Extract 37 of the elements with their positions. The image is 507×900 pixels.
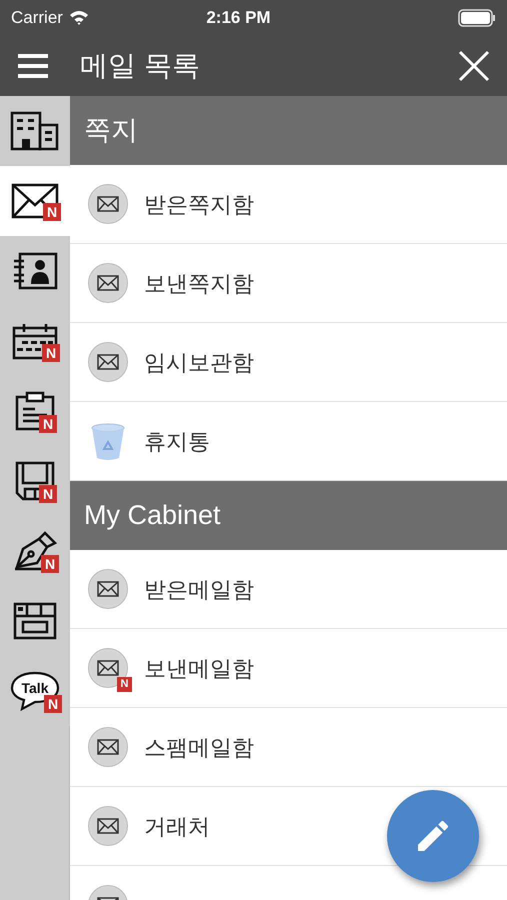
clipboard-icon xyxy=(15,391,55,431)
wifi-icon xyxy=(68,10,89,25)
sidebar-item[interactable]: N xyxy=(0,166,70,236)
envelope-icon xyxy=(88,727,128,767)
folder-label: 보낸쪽지함 xyxy=(144,270,254,298)
clock-text: 2:16 PM xyxy=(206,6,271,29)
folder-label: 거래처 xyxy=(144,812,210,840)
contact-card-icon xyxy=(12,252,58,290)
new-badge: N xyxy=(43,203,61,221)
new-badge: N xyxy=(39,415,57,433)
folder-label: 보낸메일함 xyxy=(144,654,254,682)
envelope-icon xyxy=(88,648,128,688)
new-badge: N xyxy=(41,555,59,573)
envelope-icon xyxy=(88,263,128,303)
section-title: My Cabinet xyxy=(84,499,221,532)
section-title: 쪽지 xyxy=(84,114,138,148)
calendar-icon xyxy=(12,322,58,360)
envelope-icon xyxy=(88,569,128,609)
folder-label: 스팸메일함 xyxy=(144,734,254,762)
folder-label: 임시보관함 xyxy=(144,348,254,376)
folder-label: 받은쪽지함 xyxy=(144,190,254,218)
envelope-icon xyxy=(88,806,128,846)
new-badge: N xyxy=(39,485,57,503)
new-badge: N xyxy=(44,695,62,713)
building-icon xyxy=(10,111,60,151)
battery-icon xyxy=(458,8,496,26)
new-badge: N xyxy=(117,677,132,692)
envelope-icon xyxy=(88,342,128,382)
close-icon xyxy=(458,50,490,82)
board-icon xyxy=(13,602,57,640)
fountain-pen-icon xyxy=(13,531,57,571)
new-badge: N xyxy=(42,344,60,362)
carrier-text: Carrier xyxy=(11,6,63,29)
folder-label: 휴지통 xyxy=(144,428,210,456)
envelope-icon xyxy=(88,184,128,224)
folder-label: 받은메일함 xyxy=(144,576,254,604)
screen-title: 메일 목록 xyxy=(80,48,201,82)
